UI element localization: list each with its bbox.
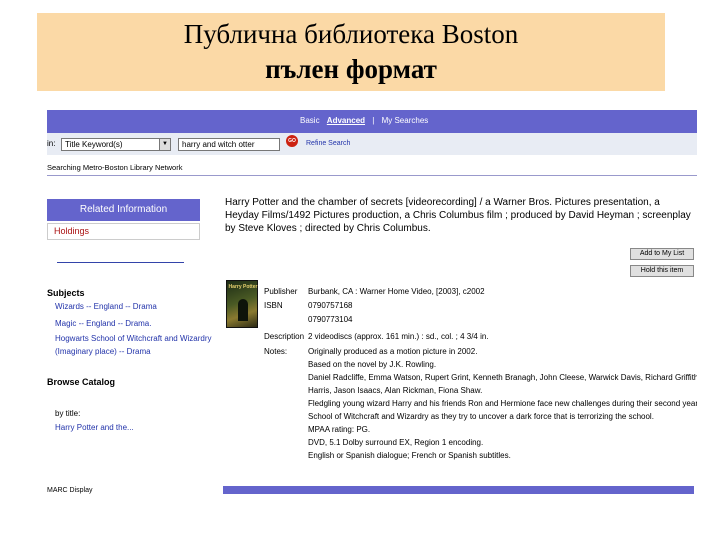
chevron-down-icon[interactable]: ▼	[159, 139, 170, 150]
refine-search-link[interactable]: Refine Search	[306, 140, 350, 147]
slide-subtitle: пълен формат	[265, 54, 437, 84]
search-row: in: Title Keyword(s) ▼ harry and witch o…	[47, 133, 697, 155]
add-to-list-button[interactable]: Add to My List	[630, 248, 694, 260]
catalog-nav-bar: Basic Advanced | My Searches	[47, 110, 697, 133]
footer-bar	[223, 486, 694, 494]
cover-title: Harry Potter	[228, 284, 258, 290]
holdings-link[interactable]: Holdings	[47, 223, 200, 240]
search-field-select[interactable]: Title Keyword(s) ▼	[61, 138, 171, 151]
field-value: MPAA rating: PG.	[308, 425, 371, 434]
cover-figure	[238, 299, 248, 321]
subjects-heading: Subjects	[47, 288, 85, 298]
field-value: English or Spanish dialogue; French or S…	[308, 451, 511, 460]
nav-basic-link[interactable]: Basic	[300, 116, 320, 125]
field-label: Publisher	[264, 287, 298, 296]
slide-title-banner: Публична библиотека Boston пълен формат	[37, 13, 665, 91]
field-label: ISBN	[264, 301, 283, 310]
related-information-header: Related Information	[47, 199, 200, 221]
catalog-screenshot: Basic Advanced | My Searches in: Title K…	[47, 110, 697, 500]
subject-link[interactable]: Wizards -- England -- Drama	[55, 302, 157, 311]
go-button[interactable]: GO	[286, 135, 298, 147]
field-value: School of Witchcraft and Wizardry as the…	[308, 412, 654, 421]
field-value: Harris, Jason Isaacs, Alan Rickman, Fion…	[308, 386, 483, 395]
field-value: 0790773104	[308, 315, 353, 324]
record-title: Harry Potter and the chamber of secrets …	[225, 197, 691, 234]
hold-item-button[interactable]: Hold this item	[630, 265, 694, 277]
field-value: Fledgling young wizard Harry and his fri…	[308, 399, 697, 408]
search-input[interactable]: harry and witch otter	[178, 138, 280, 151]
field-label: Notes:	[264, 347, 288, 356]
field-value: 2 videodiscs (approx. 161 min.) : sd., c…	[308, 332, 489, 341]
nav-separator: |	[372, 116, 375, 125]
search-in-label: in:	[47, 139, 56, 148]
slide-title: Публична библиотека Boston	[183, 19, 519, 49]
field-value: Based on the novel by J.K. Rowling.	[308, 360, 437, 369]
subject-link[interactable]: Hogwarts School of Witchcraft and Wizard…	[55, 334, 212, 343]
field-value: DVD, 5.1 Dolby surround EX, Region 1 enc…	[308, 438, 484, 447]
divider	[57, 262, 184, 263]
divider	[47, 175, 697, 176]
by-title-label: by title:	[55, 409, 81, 418]
dvd-cover-image: Harry Potter	[226, 280, 258, 328]
field-value: Originally produced as a motion picture …	[308, 347, 478, 356]
field-value: Burbank, CA : Warner Home Video, [2003],…	[308, 287, 485, 296]
subject-link[interactable]: Magic -- England -- Drama.	[55, 319, 151, 328]
field-value: Daniel Radcliffe, Emma Watson, Rupert Gr…	[308, 373, 697, 382]
searching-scope: Searching Metro-Boston Library Network	[47, 163, 183, 172]
search-field-value: Title Keyword(s)	[65, 140, 123, 149]
browse-title-link[interactable]: Harry Potter and the...	[55, 423, 134, 432]
marc-display-link[interactable]: MARC Display	[47, 487, 93, 494]
browse-catalog-heading: Browse Catalog	[47, 377, 116, 387]
field-value: 0790757168	[308, 301, 353, 310]
field-label: Description	[264, 332, 305, 341]
nav-my-searches-link[interactable]: My Searches	[382, 116, 429, 125]
catalog-nav: Basic Advanced | My Searches	[300, 116, 433, 125]
subject-link[interactable]: (Imaginary place) -- Drama	[55, 347, 151, 356]
nav-advanced-link[interactable]: Advanced	[327, 116, 365, 125]
